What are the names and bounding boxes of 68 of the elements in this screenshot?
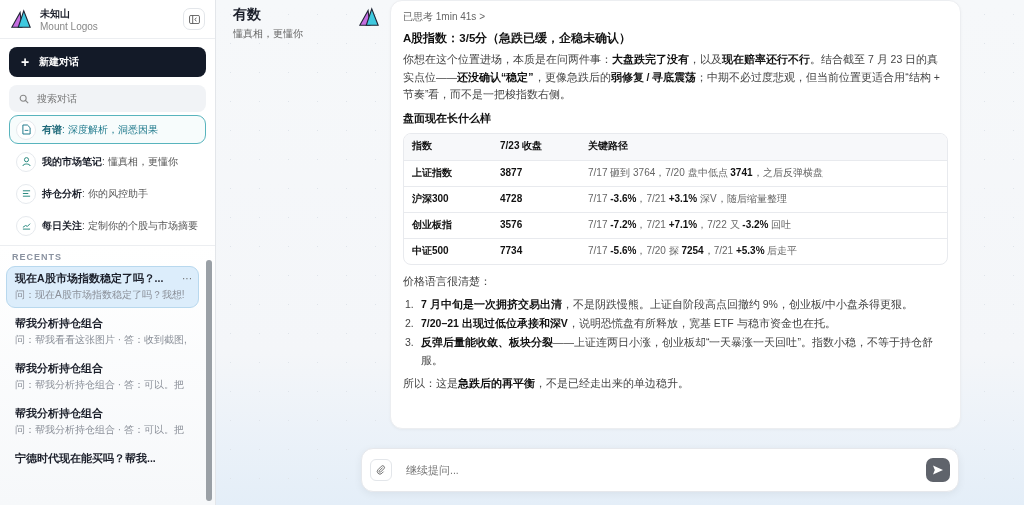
page-title: 有数 <box>233 6 262 24</box>
thinking-toggle[interactable]: 已思考 1min 41s > <box>403 9 948 26</box>
conversation-title: 现在A股市场指数稳定了吗？... <box>15 272 165 286</box>
collapse-sidebar-button[interactable] <box>183 8 205 30</box>
page-subtitle: 懂真相，更懂你 <box>233 27 304 41</box>
search-field[interactable]: 搜索对话 <box>9 85 206 112</box>
table-cell: 7/17 -3.6%，7/21 +3.1% 深V，随后缩量整理 <box>580 185 947 212</box>
table-cell: 7/17 -7.2%，7/21 +7.1%，7/22 又 -3.2% 回吐 <box>580 211 947 238</box>
list-number: 3. <box>405 335 415 351</box>
mountain-logo-icon <box>10 8 32 30</box>
person-icon <box>21 156 31 167</box>
table-cell: 7734 <box>492 237 580 264</box>
conversation-item[interactable]: 现在A股市场指数稳定了吗？... 问：现在A股市场指数稳定了吗？我想! ··· <box>6 266 199 308</box>
table-cell: 创业板指 <box>404 211 492 238</box>
attach-button[interactable] <box>370 459 392 481</box>
list-item-text: 7 月中旬是一次拥挤交易出清，不是阴跌慢熊。上证自阶段高点回撤约 9%，创业板/中小盘杀得更狠。 <box>421 296 913 312</box>
conversation-title: 宁德时代现在能买吗？帮我... <box>15 452 157 466</box>
search-icon <box>19 93 29 104</box>
message-composer[interactable]: 继续提问... <box>361 448 959 492</box>
table-cell: 4728 <box>492 185 580 212</box>
column-header: 关键路径 <box>580 133 947 160</box>
table-cell: 沪深300 <box>404 185 492 212</box>
conversation-preview: 问：帮我看看这张图片 · 答：收到截图, <box>15 333 188 347</box>
section-heading: 盘面现在长什么样 <box>403 111 492 127</box>
conversation-title: 帮我分析持仓组合 <box>15 317 104 331</box>
document-icon <box>21 124 31 135</box>
mode-item[interactable]: 我的市场笔记: 懂真相，更懂你 <box>9 147 206 176</box>
list-item-text: 反弹后量能收敛、板块分裂——上证连两日小涨，创业板却“一天暴涨一天回吐”。指数小稳，不等于持仓舒服。 <box>421 335 934 368</box>
table-cell: 中证500 <box>404 237 492 264</box>
conversation-item[interactable]: 帮我分析持仓组合 问：帮我看看这张图片 · 答：收到截图, <box>6 311 199 353</box>
line-chart-icon <box>21 221 31 230</box>
sidebar-panel-icon <box>188 14 200 24</box>
conversation-item[interactable]: 帮我分析持仓组合 问：帮我分析持仓组合 · 答：可以。把 <box>6 401 199 443</box>
column-header: 指数 <box>404 133 492 160</box>
answer-title: A股指数：3/5分（急跌已缓，企稳未确认） <box>403 30 633 47</box>
mode-item[interactable]: 每日关注: 定制你的个股与市场摘要 <box>9 211 206 240</box>
lines-icon <box>21 189 31 198</box>
mode-item[interactable]: 有谱: 深度解析，洞悉因果 <box>9 115 206 144</box>
column-header: 7/23 收盘 <box>492 133 580 160</box>
table-cell: 上证指数 <box>404 159 492 186</box>
conversation-preview: 问：帮我分析持仓组合 · 答：可以。把 <box>15 423 185 437</box>
conversation-title: 帮我分析持仓组合 <box>15 407 104 421</box>
paperclip-icon <box>376 465 386 475</box>
answer-paragraph: 你想在这个位置进场，本质是在问两件事：大盘跌完了没有，以及现在赔率还行不行。结合截至 7 月 23 日的真实点位——还没确认“稳定”，更像急跌后的弱修复 / 寻底震荡；中期不必过度悲观，但当前位置更适合用“结构 + 节奏”看，而不是一把梭指数右侧。 <box>403 52 941 103</box>
list-number: 2. <box>405 316 415 332</box>
answer-paragraph: 所以：这是急跌后的再平衡，不是已经走出来的单边稳升。 <box>403 376 690 392</box>
conversation-preview: 问：现在A股市场指数稳定了吗？我想! <box>15 288 186 302</box>
table-cell: 7/17 -5.6%，7/20 探 7254，7/21 +5.3% 后走平 <box>580 237 947 264</box>
mode-item[interactable]: 持仓分析: 你的风控助手 <box>9 179 206 208</box>
conversation-item[interactable]: 帮我分析持仓组合 问：帮我分析持仓组合 · 答：可以。把 <box>6 356 199 398</box>
table-cell: 7/17 砸到 3764，7/20 盘中低点 3741，之后反弹横盘 <box>580 159 947 186</box>
recents-heading: RECENTS <box>11 252 63 264</box>
conversation-preview: 问：帮我分析持仓组合 · 答：可以。把 <box>15 378 185 392</box>
table-cell: 3576 <box>492 211 580 238</box>
more-button[interactable]: ··· <box>182 273 192 284</box>
answer-paragraph: 价格语言很清楚： <box>403 273 492 289</box>
brand-name: 未知山 <box>40 6 71 21</box>
send-icon <box>932 464 944 476</box>
list-item-text: 7/20–21 出现过低位承接和深V，说明恐慌盘有所释放，宽基 ETF 与稳市资金也在托。 <box>421 316 836 332</box>
message-input[interactable]: 继续提问... <box>404 463 914 477</box>
list-number: 1. <box>405 296 415 312</box>
new-chat-button[interactable]: + 新建对话 <box>9 47 206 77</box>
brand-subtitle: Mount Logos <box>40 20 99 32</box>
send-button[interactable] <box>926 458 950 482</box>
table-cell: 3877 <box>492 159 580 186</box>
conversation-title: 帮我分析持仓组合 <box>15 362 104 376</box>
conversation-item[interactable]: 宁德时代现在能买吗？帮我... <box>6 446 199 472</box>
mountain-logo-icon <box>358 6 380 28</box>
